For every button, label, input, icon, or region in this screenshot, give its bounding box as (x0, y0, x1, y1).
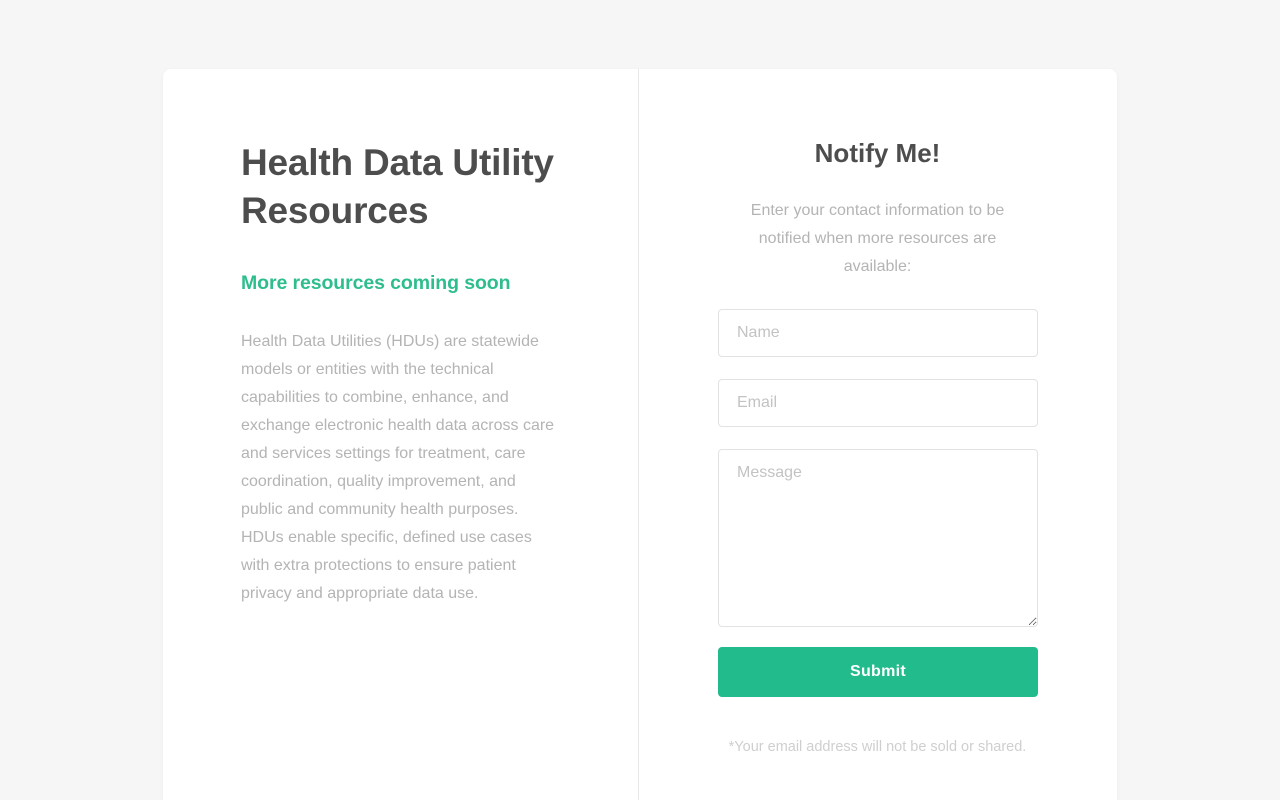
subheading-coming-soon: More resources coming soon (241, 272, 511, 294)
page-root: Health Data Utility Resources More resou… (0, 0, 1280, 800)
name-input[interactable] (718, 309, 1038, 357)
hdu-description-text: Health Data Utilities (HDUs) are statewi… (241, 333, 555, 602)
left-info-panel: Health Data Utility Resources More resou… (163, 69, 639, 800)
content-card: Health Data Utility Resources More resou… (163, 69, 1117, 800)
submit-button[interactable]: Submit (718, 647, 1038, 697)
form-description: Enter your contact information to be not… (750, 202, 1005, 275)
form-title: Notify Me! (814, 138, 941, 168)
notify-form: Submit *Your email address will not be s… (718, 309, 1038, 757)
email-input[interactable] (718, 379, 1038, 427)
page-title: Health Data Utility Resources (241, 142, 554, 231)
privacy-disclaimer: *Your email address will not be sold or … (728, 739, 1027, 755)
message-textarea[interactable] (718, 449, 1038, 627)
notify-form-panel: Notify Me! Enter your contact informatio… (639, 69, 1116, 800)
